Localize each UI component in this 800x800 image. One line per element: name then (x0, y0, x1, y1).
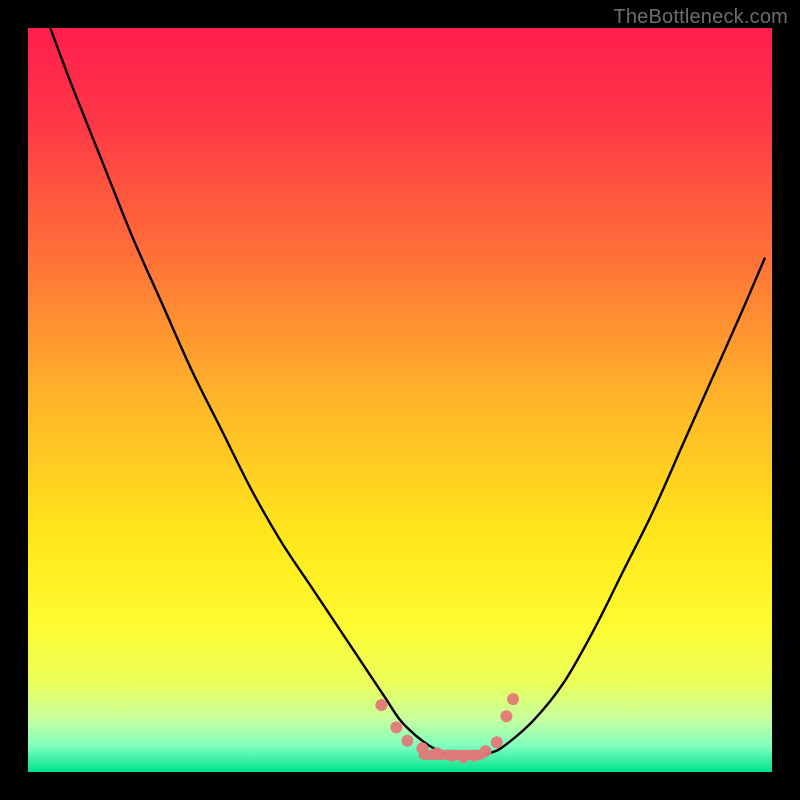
data-marker (500, 710, 512, 722)
data-marker (457, 751, 469, 763)
data-marker (431, 747, 443, 759)
data-marker (390, 721, 402, 733)
chart-frame: TheBottleneck.com (0, 0, 800, 800)
data-marker (468, 750, 480, 762)
data-marker (507, 693, 519, 705)
data-marker (416, 742, 428, 754)
plot-svg (28, 28, 772, 772)
plot-area (28, 28, 772, 772)
data-marker (446, 750, 458, 762)
gradient-background (28, 28, 772, 772)
data-marker (401, 735, 413, 747)
data-marker (375, 699, 387, 711)
data-marker (480, 745, 492, 757)
attribution-label: TheBottleneck.com (613, 6, 788, 29)
data-marker (491, 736, 503, 748)
